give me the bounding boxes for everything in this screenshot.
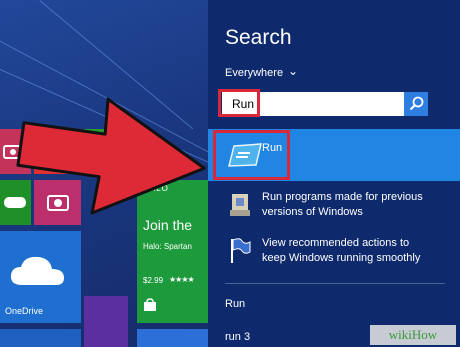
result-label: keep Windows running smoothly: [262, 252, 421, 264]
panel-title: Search: [225, 26, 292, 49]
result-label: View recommended actions to: [262, 237, 410, 249]
search-button[interactable]: [404, 92, 428, 116]
result-highlight-box: [213, 130, 290, 180]
result-label: versions of Windows: [262, 206, 363, 218]
suggestion-item[interactable]: Run: [225, 298, 245, 310]
flag-icon: [231, 238, 251, 263]
result-label: Run programs made for previous: [262, 191, 423, 203]
search-icon: [409, 96, 424, 111]
result-compatibility[interactable]: Run programs made for previous versions …: [208, 188, 460, 226]
result-recommended-actions[interactable]: View recommended actions to keep Windows…: [208, 234, 460, 272]
divider: [225, 283, 445, 284]
compatibility-icon: [230, 194, 250, 216]
chevron-down-icon[interactable]: ⌄: [288, 64, 298, 78]
suggestion-item[interactable]: run 3: [225, 331, 250, 343]
watermark: wikiHow: [370, 325, 456, 345]
search-panel: Search Everywhere ⌄ Run Run programs mad…: [208, 0, 460, 347]
search-scope[interactable]: Everywhere: [225, 67, 283, 79]
search-highlight-box: [218, 89, 260, 117]
